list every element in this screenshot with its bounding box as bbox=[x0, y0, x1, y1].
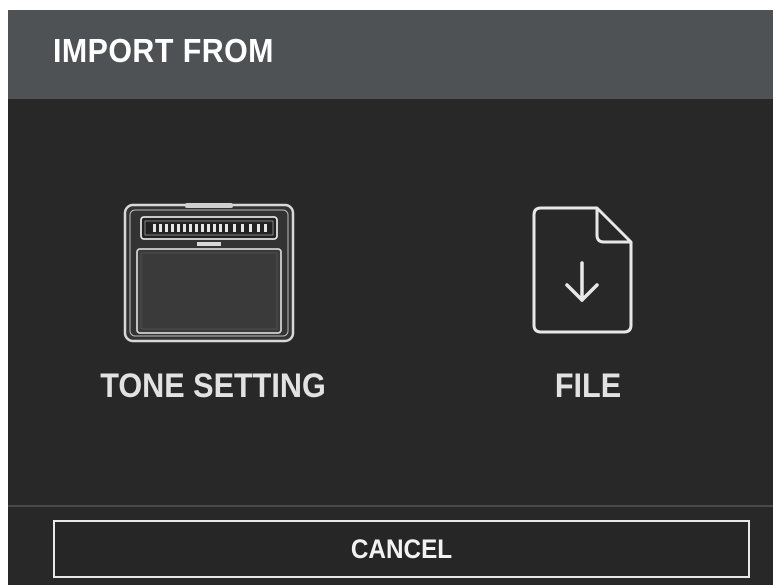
file-download-icon bbox=[532, 206, 633, 334]
cancel-button[interactable]: CANCEL bbox=[53, 520, 750, 578]
tone-setting-label: TONE SETTING bbox=[100, 367, 326, 405]
cancel-label: CANCEL bbox=[350, 534, 453, 564]
tone-setting-option[interactable]: TONE SETTING bbox=[78, 195, 348, 425]
amplifier-icon bbox=[123, 203, 295, 343]
file-label: FILE bbox=[554, 367, 622, 405]
footer-divider bbox=[8, 505, 773, 507]
dialog-title: IMPORT FROM bbox=[53, 32, 274, 69]
import-from-dialog: IMPORT FROM TONE SETTING FILE CANCEL bbox=[8, 10, 773, 585]
file-option[interactable]: FILE bbox=[508, 195, 668, 425]
dialog-header: IMPORT FROM bbox=[8, 10, 773, 99]
